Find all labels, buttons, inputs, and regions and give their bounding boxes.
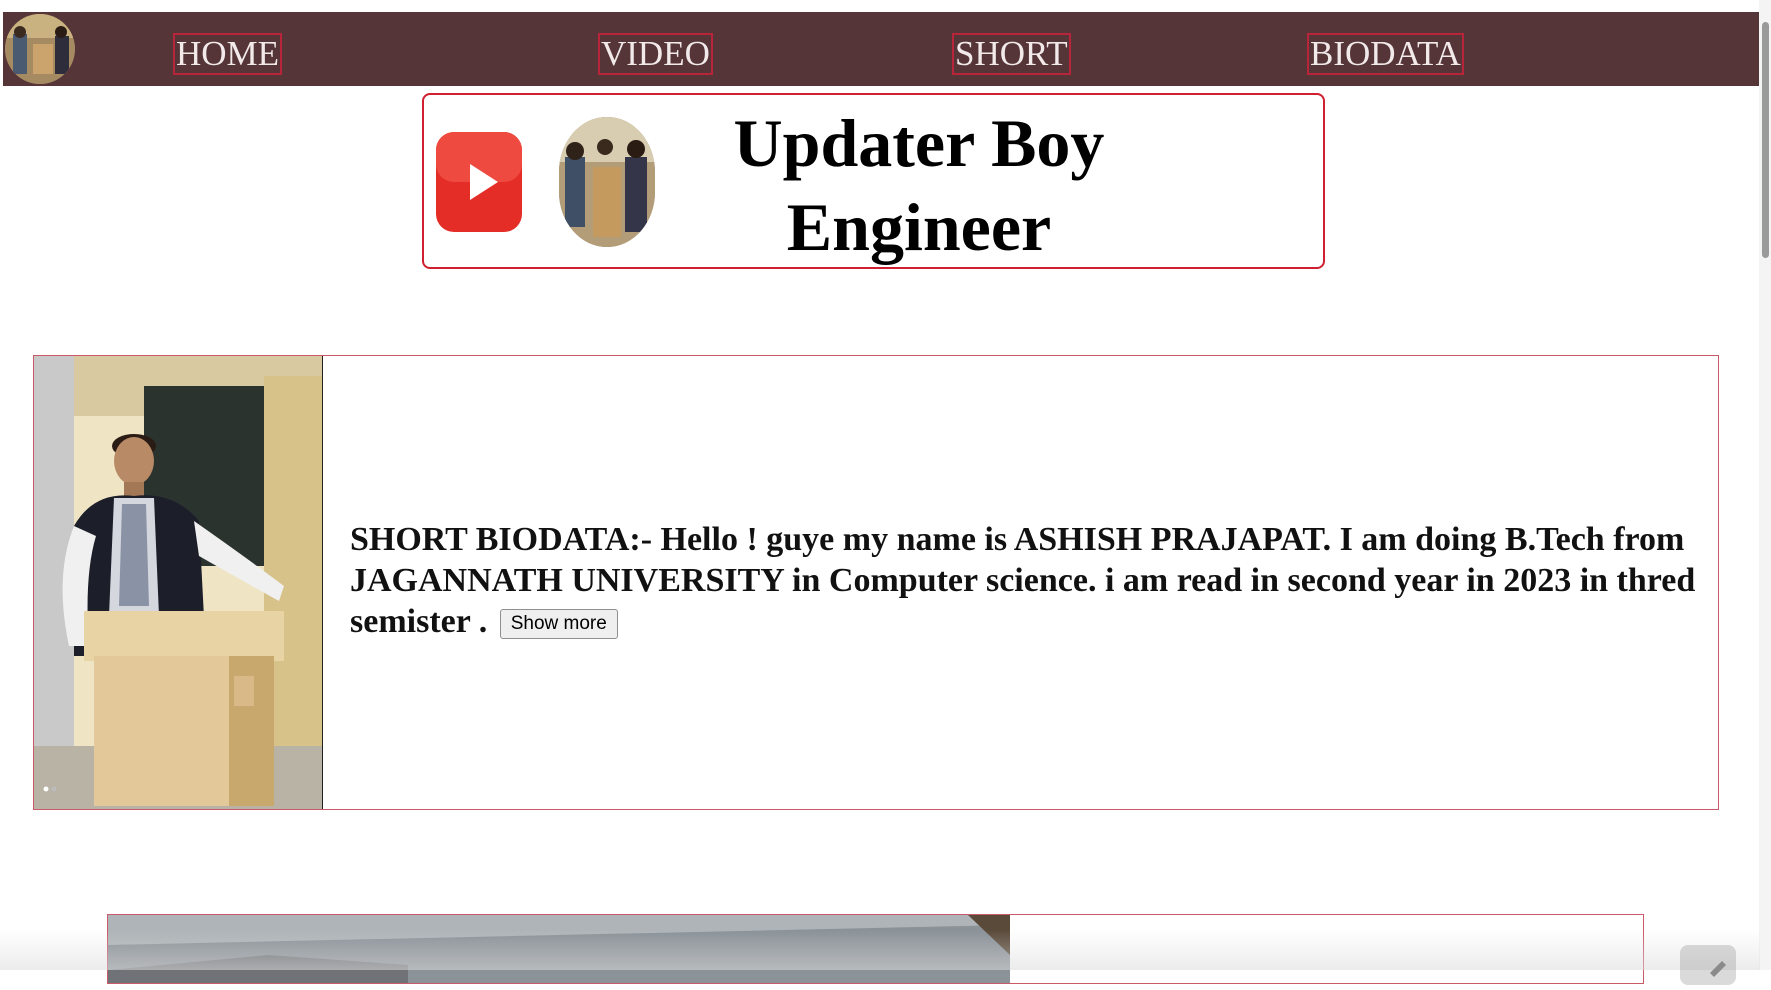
profile-photo-icon bbox=[5, 14, 75, 84]
nav-logo-avatar[interactable] bbox=[5, 14, 75, 84]
edit-button[interactable] bbox=[1680, 945, 1736, 985]
nav-biodata-link[interactable]: BIODATA bbox=[1307, 33, 1464, 75]
channel-title-line1: Updater Boy bbox=[733, 105, 1105, 181]
channel-title-line2: Engineer bbox=[786, 189, 1052, 265]
nav-video-link[interactable]: VIDEO bbox=[598, 33, 713, 75]
page-scrollbar[interactable] bbox=[1759, 0, 1771, 970]
group-photo-icon bbox=[559, 117, 655, 247]
person-photo-icon bbox=[34, 356, 322, 809]
channel-title: Updater Boy Engineer bbox=[724, 101, 1114, 269]
biodata-card: SHORT BIODATA:- Hello ! guye my name is … bbox=[33, 355, 1719, 810]
profile-photo bbox=[34, 356, 323, 809]
pencil-icon bbox=[1710, 961, 1726, 977]
top-navbar: HOME VIDEO SHORT BIODATA bbox=[3, 12, 1760, 86]
scrollbar-thumb[interactable] bbox=[1762, 22, 1769, 258]
second-card bbox=[107, 914, 1644, 984]
biodata-paragraph: SHORT BIODATA:- Hello ! guye my name is … bbox=[350, 519, 1710, 642]
nav-home-link[interactable]: HOME bbox=[172, 33, 283, 75]
youtube-icon[interactable] bbox=[434, 130, 524, 234]
channel-banner: Updater Boy Engineer bbox=[422, 93, 1325, 269]
landscape-photo-icon bbox=[108, 915, 1010, 983]
second-card-photo bbox=[108, 915, 1010, 983]
show-more-button[interactable]: Show more bbox=[499, 609, 618, 640]
channel-avatar bbox=[559, 117, 655, 247]
nav-short-link[interactable]: SHORT bbox=[952, 33, 1071, 75]
